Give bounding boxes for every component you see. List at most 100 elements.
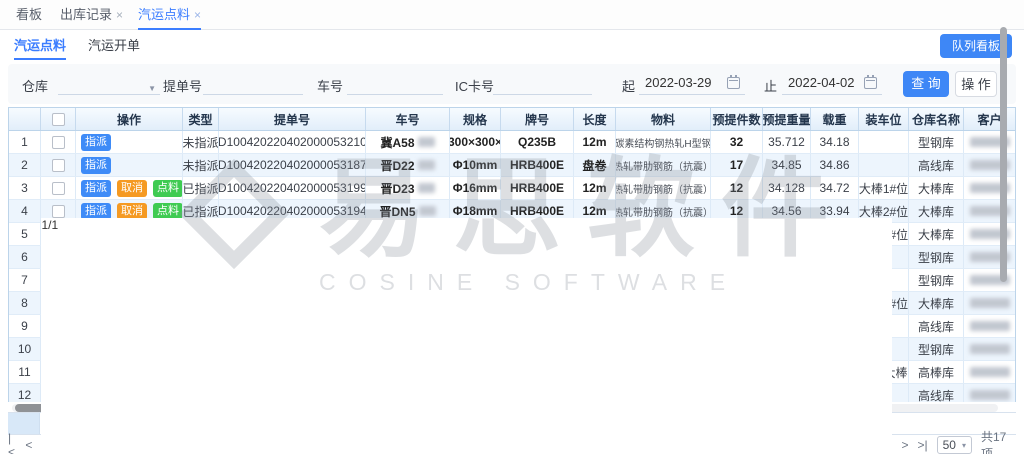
calendar-icon[interactable] — [727, 77, 740, 89]
cell-customer — [964, 154, 1015, 176]
cell-customer — [964, 246, 1015, 268]
data-table: 操作类型提单号车号规格牌号长度物料预提件数预提重量载重装车位仓库名称客户 1指派… — [8, 107, 1016, 454]
truck-no-label: 车号 — [317, 76, 343, 95]
vertical-scrollbar-thumb[interactable] — [1000, 27, 1007, 282]
top-tab-bar: 看板 出库记录 × 汽运点料× — [0, 0, 1024, 30]
cell-warehouse: 大棒库 — [909, 177, 964, 199]
operate-button[interactable]: 操 作 — [955, 71, 997, 97]
next-page-button[interactable]: > — [901, 438, 908, 452]
cell-grade: Q235B — [501, 131, 574, 153]
assign-button[interactable]: 指派 — [81, 134, 111, 151]
redacted-customer — [970, 367, 1010, 377]
cell-material: 热轧带肋钢筋（抗震） — [616, 154, 711, 176]
subtab-truck-billing[interactable]: 汽运开单 — [88, 32, 140, 60]
cell-customer — [964, 384, 1015, 402]
search-button[interactable]: 查 询 — [903, 71, 949, 97]
last-page-button[interactable]: >| — [917, 438, 927, 452]
close-icon[interactable]: × — [116, 8, 123, 22]
cell-customer — [964, 200, 1015, 222]
cell-rownum: 10 — [9, 338, 41, 360]
chevron-down-icon: ▼ — [148, 79, 156, 99]
header-cell-customer: 客户 — [964, 108, 1015, 130]
cell-warehouse: 型钢库 — [909, 338, 964, 360]
subtab-truck-count[interactable]: 汽运点料 — [14, 32, 66, 60]
tab-outbound-label: 出库记录 — [60, 7, 112, 22]
cell-warehouse: 大棒库 — [909, 292, 964, 314]
cell-material: 碳素结构钢热轧H型钢 — [616, 131, 711, 153]
cell-type: 未指派 — [183, 154, 219, 176]
cell-rownum: 9 — [9, 315, 41, 337]
redacted-customer — [970, 321, 1010, 331]
warehouse-select[interactable]: ▼ — [58, 73, 160, 95]
select-all-checkbox[interactable] — [52, 113, 65, 126]
ic-card-label: IC卡号 — [455, 76, 494, 95]
cell-rownum: 3 — [9, 177, 41, 199]
sub-tab-bar: 汽运点料 汽运开单 队列看板 — [0, 31, 1024, 63]
cell-load: 34.72 — [811, 177, 859, 199]
header-cell-type: 类型 — [183, 108, 219, 130]
close-icon[interactable]: × — [194, 8, 201, 22]
cell-rownum: 12 — [9, 384, 41, 402]
cell-type: 已指派 — [183, 177, 219, 199]
cell-warehouse: 型钢库 — [909, 269, 964, 291]
row-checkbox[interactable] — [52, 159, 65, 172]
cell-warehouse: 高线库 — [909, 154, 964, 176]
page-size-select[interactable]: 50▾ — [937, 436, 972, 454]
cell-pre-weight: 34.85 — [763, 154, 811, 176]
cell-slot — [859, 131, 909, 153]
date-to-value: 2022-04-02 — [788, 75, 855, 90]
date-to-input[interactable]: 2022-04-02 — [782, 73, 882, 95]
count-button[interactable]: 点料 — [153, 203, 183, 220]
cell-rownum: 5 — [9, 223, 41, 245]
row-checkbox[interactable] — [52, 182, 65, 195]
cell-spec: Φ10mm — [450, 154, 501, 176]
cell-spec: 300×300× — [450, 131, 501, 153]
count-button[interactable]: 点料 — [153, 180, 183, 197]
cell-slot — [859, 154, 909, 176]
bill-no-label: 提单号 — [163, 76, 202, 95]
cell-actions: 指派取消点料 — [76, 177, 183, 199]
ic-card-input[interactable] — [493, 73, 592, 95]
header-cell-load: 载重 — [811, 108, 859, 130]
truck-no-input[interactable] — [347, 73, 443, 95]
tab-outbound-records[interactable]: 出库记录 × — [60, 0, 123, 30]
cell-grade: HRB400E — [501, 154, 574, 176]
cell-load: 34.18 — [811, 131, 859, 153]
page-size-value: 50 — [943, 438, 956, 452]
cell-customer — [964, 361, 1015, 383]
header-cell-pre-qty: 预提件数 — [711, 108, 763, 130]
first-page-button[interactable]: |< — [8, 431, 16, 454]
cancel-button[interactable]: 取消 — [117, 180, 147, 197]
prev-page-button[interactable]: < — [25, 438, 32, 452]
cell-spec: Φ16mm — [450, 177, 501, 199]
cell-select — [41, 131, 76, 153]
cell-rownum: 7 — [9, 269, 41, 291]
cell-length: 12m — [574, 131, 616, 153]
row-checkbox[interactable] — [52, 136, 65, 149]
cancel-button[interactable]: 取消 — [117, 203, 147, 220]
bill-no-input[interactable] — [203, 73, 303, 95]
tab-board[interactable]: 看板 — [16, 0, 42, 30]
cell-type: 未指派 — [183, 131, 219, 153]
cell-customer — [964, 292, 1015, 314]
redacted-truck-no — [418, 137, 435, 147]
header-cell-actions: 操作 — [76, 108, 183, 130]
row-checkbox[interactable] — [52, 205, 65, 218]
assign-button[interactable]: 指派 — [81, 157, 111, 174]
table-row: 2指派未指派TD1004202204020000531876晋D22Φ10mmH… — [9, 154, 1015, 177]
assign-button[interactable]: 指派 — [81, 180, 111, 197]
cell-bill-no: TD1004202204020000531990 — [219, 177, 366, 199]
header-cell-select — [41, 108, 76, 130]
tab-truck-count[interactable]: 汽运点料× — [138, 0, 201, 30]
date-from-input[interactable]: 2022-03-29 — [639, 73, 745, 95]
header-cell-bill-no: 提单号 — [219, 108, 366, 130]
cell-warehouse: 高线库 — [909, 315, 964, 337]
cell-material: 热轧带肋钢筋（抗震） — [616, 177, 711, 199]
cell-warehouse: 高线库 — [909, 384, 964, 402]
redacted-customer — [970, 390, 1010, 400]
cell-warehouse: 大棒库 — [909, 223, 964, 245]
assign-button[interactable]: 指派 — [81, 203, 111, 220]
cell-warehouse: 高棒库 — [909, 361, 964, 383]
calendar-icon[interactable] — [864, 77, 877, 89]
cell-pre-qty: 32 — [711, 131, 763, 153]
